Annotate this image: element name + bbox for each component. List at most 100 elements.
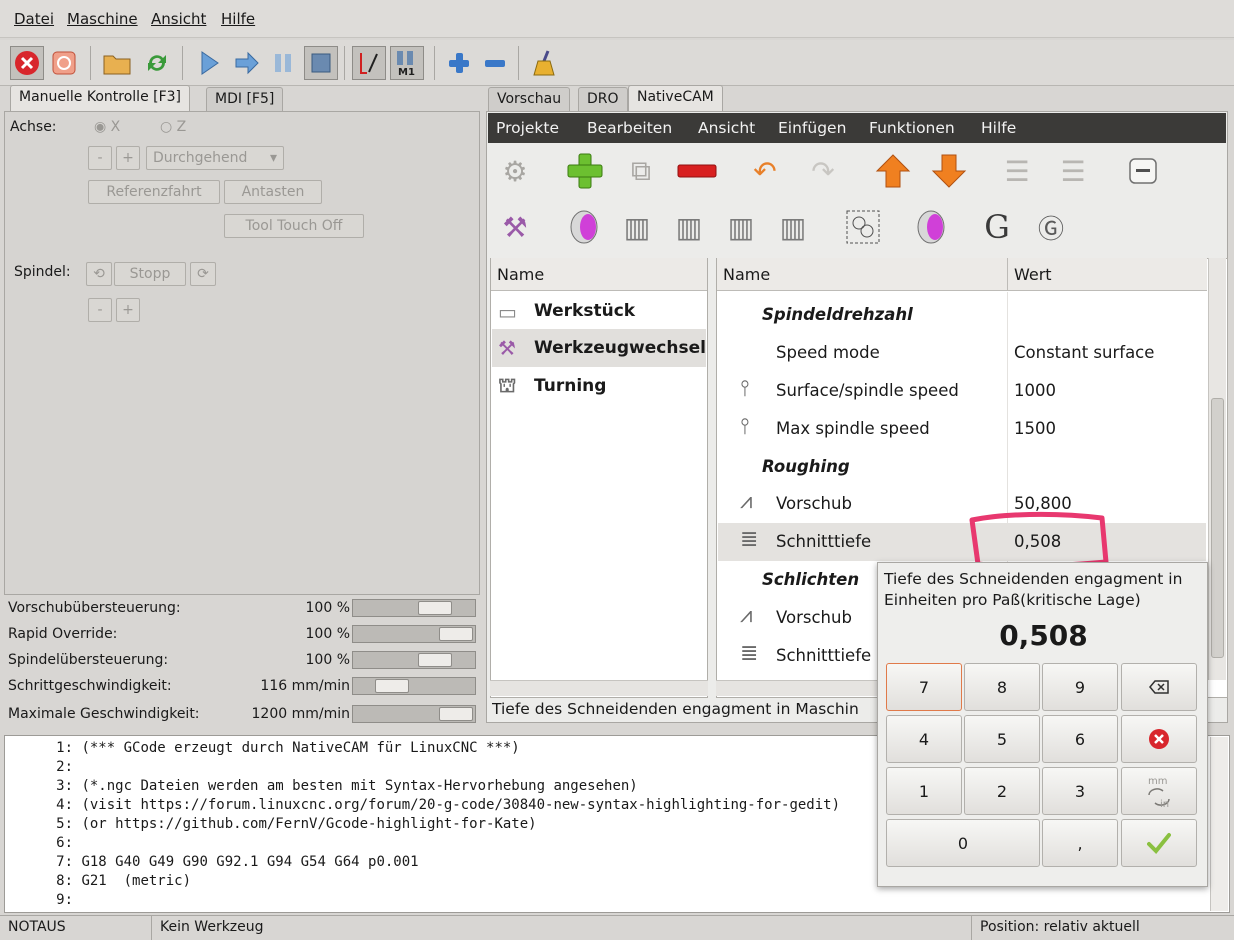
optional-stop-button[interactable]: M1 (390, 46, 424, 80)
add-feature-button[interactable] (564, 150, 606, 192)
param-value[interactable]: 1500 (1014, 419, 1056, 438)
key-comma[interactable]: , (1042, 819, 1118, 867)
thread-op-4-button[interactable]: ▥ (772, 206, 814, 248)
menu-ansicht[interactable]: Ansicht (151, 10, 206, 28)
override-slider[interactable] (352, 677, 476, 695)
override-slider[interactable] (352, 705, 476, 723)
unindent-button[interactable]: ☰ (1052, 150, 1094, 192)
tree-item-werkstueck[interactable]: ▭ Werkstück (492, 292, 706, 330)
key-unit-convert[interactable]: mm in (1121, 767, 1197, 815)
clear-plot-button[interactable] (528, 46, 562, 80)
nc-menu-einfuegen[interactable]: Einfügen (778, 119, 846, 137)
param-row[interactable]: ⫯ Max spindle speed 1500 (718, 410, 1206, 448)
gcode-sub-button[interactable]: Ⓖ (1030, 206, 1072, 248)
drill-pattern-button[interactable] (842, 206, 884, 248)
key-cancel[interactable] (1121, 715, 1197, 763)
nc-menu-projekte[interactable]: Projekte (496, 119, 559, 137)
spindle-minus-button[interactable]: - (88, 298, 112, 322)
estop-button[interactable] (10, 46, 44, 80)
param-name-header[interactable]: Name (717, 258, 1007, 291)
param-value[interactable]: Constant surface (1014, 343, 1154, 362)
step-button[interactable] (230, 46, 264, 80)
tool-touch-off-button[interactable]: Tool Touch Off (224, 214, 364, 238)
nc-menu-funktionen[interactable]: Funktionen (869, 119, 955, 137)
jog-minus-button[interactable]: - (88, 146, 112, 170)
menu-datei[interactable]: Datei (14, 10, 54, 28)
thread-op-3-button[interactable]: ▥ (720, 206, 762, 248)
tab-nativecam[interactable]: NativeCAM (628, 85, 723, 113)
tree-item-turning[interactable]: ⛫ Turning (492, 367, 706, 405)
duplicate-button[interactable]: ⧉ (620, 150, 662, 192)
key-0[interactable]: 0 (886, 819, 1040, 867)
axis-z-radio[interactable]: ○ Z (160, 119, 186, 135)
tree-column-header[interactable]: Name (491, 258, 707, 291)
key-2[interactable]: 2 (964, 767, 1040, 815)
spindle-ccw-button[interactable]: ⟲ (86, 262, 112, 286)
spindle-cw-button[interactable]: ⟳ (190, 262, 216, 286)
delete-feature-button[interactable] (676, 150, 718, 192)
block-delete-button[interactable] (352, 46, 386, 80)
machine-power-button[interactable] (47, 46, 81, 80)
slider-knob[interactable] (439, 707, 473, 721)
pause-button[interactable] (266, 46, 300, 80)
override-slider[interactable] (352, 651, 476, 669)
tab-mdi[interactable]: MDI [F5] (206, 87, 284, 113)
move-down-button[interactable] (928, 150, 970, 192)
axis-x-radio[interactable]: ◉ X (94, 119, 120, 135)
spindle-plus-button[interactable]: + (116, 298, 140, 322)
gears-button[interactable]: ⚙ (494, 150, 536, 192)
open-file-button[interactable] (100, 46, 134, 80)
key-5[interactable]: 5 (964, 715, 1040, 763)
collapse-button[interactable] (1122, 150, 1164, 192)
zoom-in-button[interactable] (442, 46, 476, 80)
key-7[interactable]: 7 (886, 663, 962, 711)
tree-hscrollbar[interactable] (490, 680, 708, 696)
key-ok[interactable] (1121, 819, 1197, 867)
scrollbar-thumb[interactable] (1211, 398, 1224, 658)
nc-menu-hilfe[interactable]: Hilfe (981, 119, 1016, 137)
param-value-header[interactable]: Wert (1007, 258, 1207, 291)
slider-knob[interactable] (418, 653, 452, 667)
workpiece-add-button[interactable] (563, 206, 605, 248)
override-slider[interactable] (352, 599, 476, 617)
param-row[interactable]: ⫯ Surface/spindle speed 1000 (718, 372, 1206, 410)
stop-button[interactable] (304, 46, 338, 80)
slider-knob[interactable] (439, 627, 473, 641)
slider-knob[interactable] (375, 679, 409, 693)
nc-menu-ansicht[interactable]: Ansicht (698, 119, 755, 137)
override-slider[interactable] (352, 625, 476, 643)
param-value[interactable]: 1000 (1014, 381, 1056, 400)
slider-knob[interactable] (418, 601, 452, 615)
jog-mode-select[interactable]: Durchgehend ▾ (146, 146, 284, 170)
cylinder-op-button[interactable] (910, 206, 952, 248)
key-6[interactable]: 6 (1042, 715, 1118, 763)
menu-hilfe[interactable]: Hilfe (221, 10, 255, 28)
zoom-out-button[interactable] (478, 46, 512, 80)
key-4[interactable]: 4 (886, 715, 962, 763)
key-9[interactable]: 9 (1042, 663, 1118, 711)
thread-op-2-button[interactable]: ▥ (668, 206, 710, 248)
param-vscrollbar[interactable] (1208, 258, 1226, 680)
key-1[interactable]: 1 (886, 767, 962, 815)
nc-menu-bearbeiten[interactable]: Bearbeiten (587, 119, 672, 137)
touch-off-button[interactable]: Antasten (224, 180, 322, 204)
jog-plus-button[interactable]: + (116, 146, 140, 170)
home-button[interactable]: Referenzfahrt (88, 180, 220, 204)
key-backspace[interactable] (1121, 663, 1197, 711)
tab-dro[interactable]: DRO (578, 87, 628, 113)
menu-maschine[interactable]: Maschine (67, 10, 138, 28)
key-3[interactable]: 3 (1042, 767, 1118, 815)
tool-change-add-button[interactable]: ⚒ (494, 206, 536, 248)
indent-button[interactable]: ☰ (996, 150, 1038, 192)
tab-manual-control[interactable]: Manuelle Kontrolle [F3] (10, 85, 191, 113)
reload-button[interactable] (140, 46, 174, 80)
thread-op-1-button[interactable]: ▥ (616, 206, 658, 248)
undo-button[interactable]: ↶ (744, 150, 786, 192)
run-button[interactable] (192, 46, 226, 80)
tree-item-werkzeugwechsel[interactable]: ⚒ Werkzeugwechsel (492, 329, 706, 367)
move-up-button[interactable] (872, 150, 914, 192)
redo-button[interactable]: ↷ (802, 150, 844, 192)
key-8[interactable]: 8 (964, 663, 1040, 711)
spindle-stop-button[interactable]: Stopp (114, 262, 186, 286)
gcode-vscrollbar[interactable] (1210, 737, 1228, 911)
